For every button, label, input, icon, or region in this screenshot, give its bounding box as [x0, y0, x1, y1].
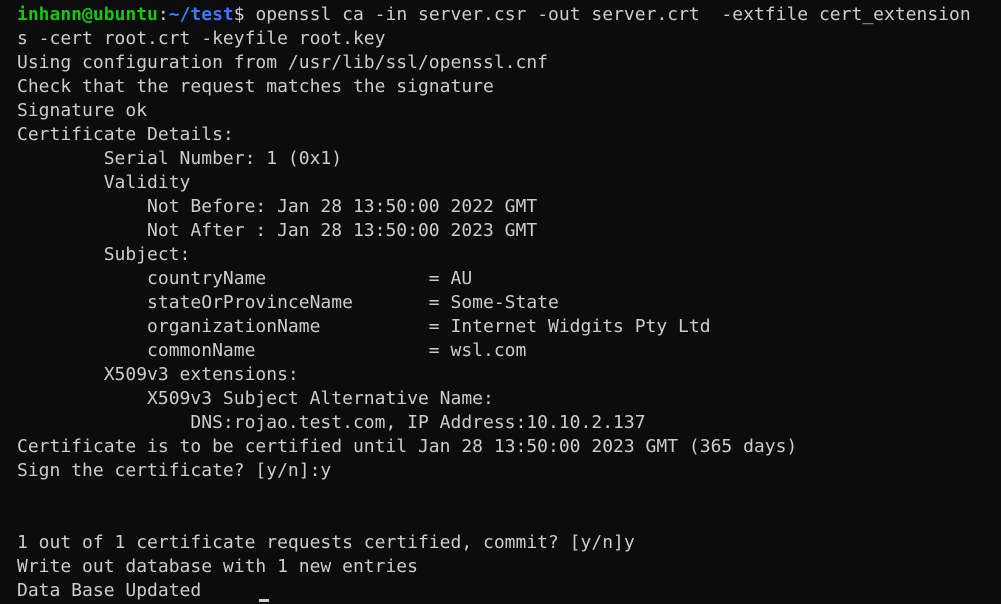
- command-output: Using configuration from /usr/lib/ssl/op…: [17, 51, 1001, 603]
- output-line: Write out database with 1 new entries: [17, 556, 418, 577]
- output-line: Using configuration from /usr/lib/ssl/op…: [17, 52, 549, 73]
- output-line: Data Base Updated: [17, 580, 202, 601]
- output-line: Check that the request matches the signa…: [17, 76, 494, 97]
- prompt-path: ~/test: [168, 4, 234, 25]
- output-line: X509v3 Subject Alternative Name:: [17, 388, 494, 409]
- output-line: DNS:rojao.test.com, IP Address:10.10.2.1…: [17, 412, 646, 433]
- terminal-window[interactable]: inhann@ubuntu:~/test$ openssl ca -in ser…: [0, 0, 1001, 604]
- prompt-symbol: $: [233, 4, 245, 25]
- command-line: inhann@ubuntu:~/test$ openssl ca -in ser…: [17, 3, 1001, 27]
- prompt-user-host: inhann@ubuntu: [17, 4, 158, 25]
- output-line: countryName = AU: [17, 268, 473, 289]
- output-line: commonName = wsl.com: [17, 340, 527, 361]
- output-line: Subject:: [17, 244, 191, 265]
- output-line: Sign the certificate? [y/n]:y: [17, 460, 332, 481]
- command-line-wrap: s -cert root.crt -keyfile root.key: [17, 28, 386, 49]
- output-line: Not After : Jan 28 13:50:00 2023 GMT: [17, 220, 538, 241]
- output-line: organizationName = Internet Widgits Pty …: [17, 316, 711, 337]
- output-line: Certificate Details:: [17, 124, 234, 145]
- output-line: Signature ok: [17, 100, 148, 121]
- command-text: openssl ca -in server.csr -out server.cr…: [244, 4, 971, 25]
- output-line: Certificate is to be certified until Jan…: [17, 436, 798, 457]
- prompt-separator: :: [157, 4, 169, 25]
- output-line: stateOrProvinceName = Some-State: [17, 292, 559, 313]
- output-line: Serial Number: 1 (0x1): [17, 148, 343, 169]
- output-line: X509v3 extensions:: [17, 364, 299, 385]
- output-line: Not Before: Jan 28 13:50:00 2022 GMT: [17, 196, 538, 217]
- output-line: Validity: [17, 172, 191, 193]
- output-line: 1 out of 1 certificate requests certifie…: [17, 532, 635, 553]
- text-cursor: [259, 599, 269, 602]
